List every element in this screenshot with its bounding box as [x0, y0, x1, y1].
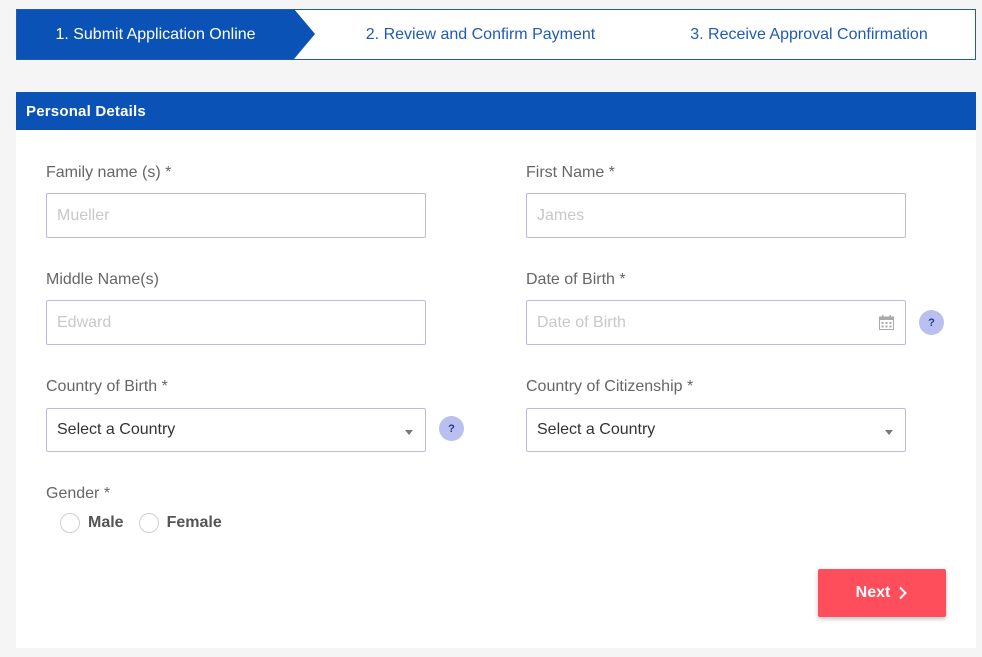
middle-name-input[interactable]: Edward: [46, 300, 426, 345]
male-radio[interactable]: [60, 513, 80, 533]
gender-label: Gender *: [46, 485, 111, 502]
dob-placeholder: Date of Birth: [537, 313, 626, 331]
step-label: 2. Review and Confirm Payment: [365, 25, 596, 43]
calendar-icon[interactable]: [879, 315, 894, 330]
female-radio[interactable]: [138, 513, 159, 533]
country-of-citizenship-label: Country of Citizenship *: [526, 378, 694, 395]
family-name-input[interactable]: Mueller: [46, 193, 426, 238]
first-name-placeholder: James: [537, 206, 585, 224]
dob-help-icon[interactable]: ?: [919, 310, 944, 335]
next-label: Next: [855, 584, 891, 601]
middle-name-label: Middle Name(s): [46, 271, 159, 288]
first-name-label: First Name *: [526, 164, 615, 181]
next-button[interactable]: Next: [818, 569, 946, 617]
country-of-citizenship-select[interactable]: Select a Country: [526, 408, 906, 452]
country-of-birth-select[interactable]: Select a Country: [46, 408, 426, 452]
chevron-down-icon: [885, 430, 893, 435]
family-name-label: Family name (s) *: [46, 164, 172, 181]
step-label: 1. Submit Application Online: [55, 25, 256, 43]
step-submit-application: 1. Submit Application Online: [17, 9, 315, 59]
country-of-birth-help-icon[interactable]: ?: [439, 416, 464, 441]
gender-option-female[interactable]: Female: [138, 513, 237, 533]
family-name-placeholder: Mueller: [57, 206, 110, 224]
dob-label: Date of Birth *: [526, 271, 626, 288]
dob-input[interactable]: Date of Birth: [526, 300, 906, 345]
middle-name-placeholder: Edward: [57, 313, 112, 331]
progress-steps: 1. Submit Application Online 2. Review a…: [16, 9, 976, 60]
step-label: 3. Receive Approval Confirmation: [690, 25, 928, 43]
personal-details-panel: Personal Details Family name (s) * Muell…: [16, 92, 976, 648]
chevron-right-icon: [899, 586, 908, 600]
chevron-down-icon: [405, 430, 413, 435]
country-of-birth-label: Country of Birth *: [46, 378, 168, 395]
female-label: Female: [166, 514, 222, 531]
step-approval-confirmation: 3. Receive Approval Confirmation: [637, 10, 975, 59]
panel-title: Personal Details: [16, 92, 976, 130]
country-of-birth-value: Select a Country: [57, 421, 176, 438]
first-name-input[interactable]: James: [526, 193, 906, 238]
gender-radio-group: Male Female: [60, 513, 237, 533]
step-review-payment: 2. Review and Confirm Payment: [294, 10, 637, 59]
gender-option-male[interactable]: Male: [60, 513, 139, 533]
male-label: Male: [88, 514, 124, 531]
country-of-citizenship-value: Select a Country: [537, 421, 656, 438]
